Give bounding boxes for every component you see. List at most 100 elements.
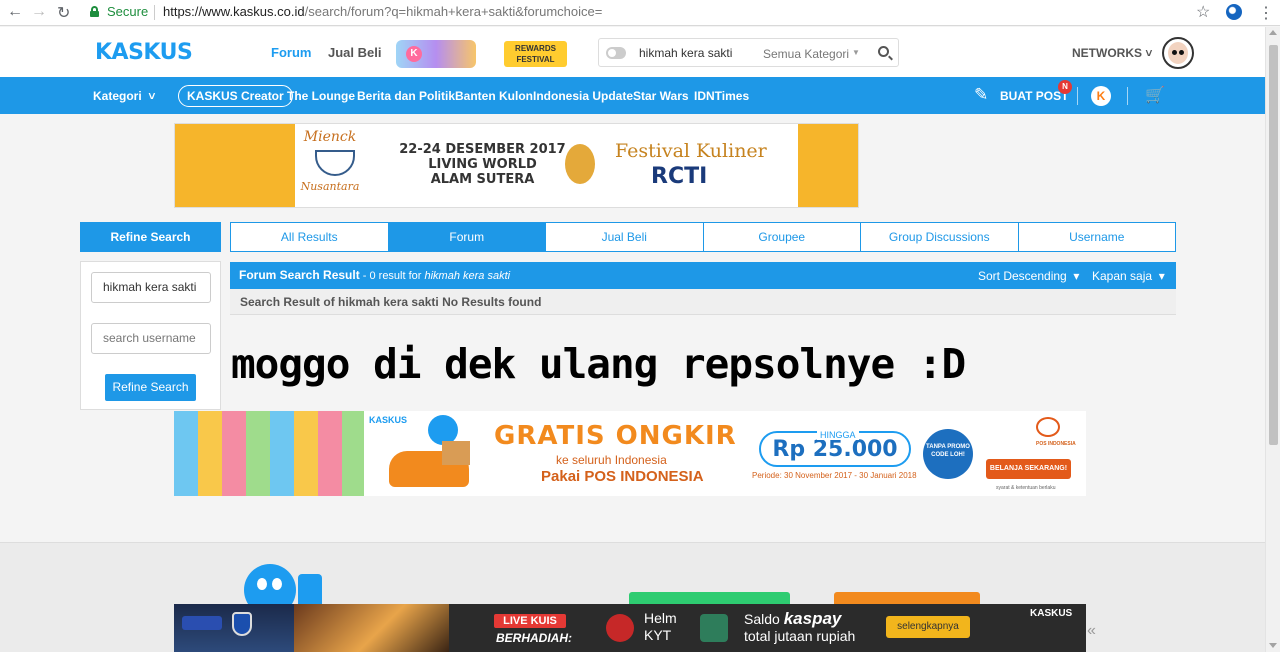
back-icon[interactable]: ← — [7, 3, 23, 21]
avatar-face — [1168, 42, 1188, 64]
banner-headline: GRATIS ONGKIR — [494, 421, 737, 451]
sort-label: Sort Descending — [978, 269, 1067, 283]
cart-icon[interactable]: 🛒 — [1145, 85, 1165, 105]
banner-kaskus-logo: KASKUS — [369, 415, 408, 425]
tab-groupee[interactable]: Groupee — [704, 223, 861, 251]
selengkapnya-button[interactable]: selengkapnya — [886, 616, 970, 638]
tab-forum[interactable]: Forum — [388, 223, 546, 251]
refine-search-panel: hikmah kera sakti search username Refine… — [80, 261, 221, 410]
no-results-message: Search Result of hikmah kera sakti No Re… — [240, 295, 542, 309]
banner-tiles-graphic — [174, 411, 364, 496]
festival-kuliner-banner[interactable]: Mienck Nusantara 22-24 DESEMBER 2017 LIV… — [174, 123, 859, 208]
banner-brand-bottom: Nusantara — [300, 180, 360, 193]
nav-item-idntimes[interactable]: IDNTimes — [694, 89, 749, 103]
chevron-down-icon: ▾ — [1073, 269, 1080, 283]
banner-promo-circle: TANPA PROMO CODE LOH! — [923, 429, 973, 479]
belanja-sekarang-button[interactable]: BELANJA SEKARANG! — [986, 459, 1071, 479]
tab-group-discussions[interactable]: Group Discussions — [861, 223, 1019, 251]
nav-item-kaskus-creator[interactable]: KASKUS Creator — [178, 85, 293, 107]
banner-date-line: 22-24 DESEMBER 2017 — [399, 142, 566, 157]
lock-icon — [90, 6, 99, 17]
rewards-festival-badge[interactable]: REWARDS FESTIVAL — [504, 41, 567, 67]
networks-menu[interactable]: NETWORKS ˅ — [1072, 46, 1152, 60]
gratis-ongkir-banner[interactable]: KASKUS GRATIS ONGKIR ke seluruh Indonesi… — [174, 411, 1086, 496]
page-scrollbar[interactable] — [1265, 27, 1280, 652]
kategori-label: Kategori — [93, 89, 142, 103]
search-toggle[interactable] — [606, 47, 626, 59]
banner-date: 22-24 DESEMBER 2017 LIVING WORLD ALAM SU… — [395, 142, 570, 187]
header-search-input[interactable]: hikmah kera sakti — [639, 46, 732, 60]
ad-kaskus-logo: KASKUS — [1030, 608, 1073, 619]
collapse-ad-icon[interactable]: « — [1087, 622, 1096, 640]
reload-icon[interactable]: ↻ — [57, 3, 70, 23]
saldo-label: Saldo kaspay total jutaan rupiah — [744, 610, 855, 645]
banner-right-panel — [798, 124, 858, 207]
nav-item-banten-kulon[interactable]: Banten Kulon — [455, 89, 533, 103]
refine-query-input[interactable]: hikmah kera sakti — [91, 272, 211, 303]
nav-item-star-wars[interactable]: Star Wars — [633, 89, 689, 103]
kaspay-logo: kaspay — [783, 609, 842, 628]
bookmark-star-icon[interactable]: ☆ — [1196, 2, 1210, 22]
address-bar[interactable]: https://www.kaskus.co.id/search/forum?q=… — [163, 4, 602, 19]
banner-date-line: ALAM SUTERA — [430, 172, 535, 187]
promo-badge[interactable]: K — [396, 40, 476, 68]
motocross-image — [294, 604, 449, 652]
url-path: /search/forum?q=hikmah+kera+sakti&forumc… — [304, 4, 603, 19]
tab-jual-beli[interactable]: Jual Beli — [546, 223, 704, 251]
helm-label: Helm KYT — [644, 610, 677, 644]
kategori-dropdown[interactable]: Kategori ˅ — [93, 89, 155, 103]
search-icon[interactable] — [878, 46, 889, 57]
user-avatar[interactable] — [1162, 37, 1194, 69]
browser-menu-icon[interactable]: ⋮ — [1258, 3, 1274, 23]
url-host: https://www.kaskus.co.id — [163, 4, 305, 19]
shield-icon — [232, 612, 252, 636]
refine-search-button[interactable]: Refine Search — [105, 374, 196, 401]
pencil-icon[interactable]: ✎ — [974, 85, 988, 105]
helm-line: Helm — [644, 610, 677, 626]
browser-toolbar: ← → ↻ Secure https://www.kaskus.co.id/se… — [0, 0, 1280, 26]
scrollbar-thumb[interactable] — [1269, 45, 1278, 445]
chat-bubble-icon[interactable]: K — [1091, 86, 1111, 106]
scroll-down-arrow-icon[interactable] — [1269, 643, 1277, 648]
package-icon — [442, 441, 470, 465]
result-message-bar: Search Result of hikmah kera sakti No Re… — [230, 289, 1176, 315]
site-header: KASKUS Forum Jual Beli K REWARDS FESTIVA… — [0, 27, 1265, 77]
scroll-up-arrow-icon[interactable] — [1269, 30, 1277, 35]
nav-item-indonesia-update[interactable]: Indonesia Update — [533, 89, 633, 103]
overlay-caption: moggo di dek ulang repsolnye :D — [231, 340, 966, 388]
category-select[interactable]: Semua Kategori — [763, 47, 849, 61]
sort-dropdown[interactable]: Sort Descending ▾ — [978, 269, 1079, 283]
extension-icon[interactable] — [1226, 4, 1242, 20]
banner-hingga: HINGGA — [817, 430, 859, 440]
banner-terms: syarat & ketentuan berlaku — [996, 485, 1056, 491]
notification-badge: N — [1058, 80, 1072, 94]
header-search-box[interactable]: hikmah kera sakti Semua Kategori ▼ — [598, 38, 899, 67]
secure-label: Secure — [107, 4, 149, 19]
tab-username[interactable]: Username — [1019, 223, 1176, 251]
banner-brand-top: Mienck — [303, 129, 357, 145]
kaskus-logo[interactable]: KASKUS — [95, 40, 193, 65]
nav-forum-link[interactable]: Forum — [271, 45, 311, 60]
helmet-icon — [606, 614, 634, 642]
tab-all-results[interactable]: All Results — [231, 223, 389, 251]
chevron-down-icon: ▼ — [852, 48, 860, 57]
time-filter-dropdown[interactable]: Kapan saja ▾ — [1092, 269, 1165, 283]
chevron-down-icon: ˅ — [1145, 46, 1153, 60]
nav-item-the-lounge[interactable]: The Lounge — [287, 89, 355, 103]
address-separator — [154, 5, 155, 20]
buat-post-button[interactable]: BUAT POST — [1000, 89, 1068, 103]
sticky-bottom-ad[interactable]: LIVE KUIS BERHADIAH: Helm KYT Saldo kaspa… — [174, 604, 1086, 652]
nav-divider — [1077, 87, 1078, 105]
banner-festival-title: Festival Kuliner — [615, 140, 767, 162]
ad-brand-panel — [174, 604, 294, 652]
forward-icon[interactable]: → — [31, 3, 47, 21]
rcti-logo: RCTI — [651, 164, 708, 189]
nav-jual-beli-link[interactable]: Jual Beli — [328, 45, 381, 60]
nav-divider — [1127, 87, 1128, 105]
banner-subline: ke seluruh Indonesia — [556, 453, 667, 467]
banner-left-panel — [175, 124, 295, 207]
search-username-input[interactable]: search username — [91, 323, 211, 354]
banner-date-line: LIVING WORLD — [428, 157, 537, 172]
nav-item-berita-dan-politik[interactable]: Berita dan Politik — [357, 89, 455, 103]
kyt-line: KYT — [644, 627, 672, 643]
